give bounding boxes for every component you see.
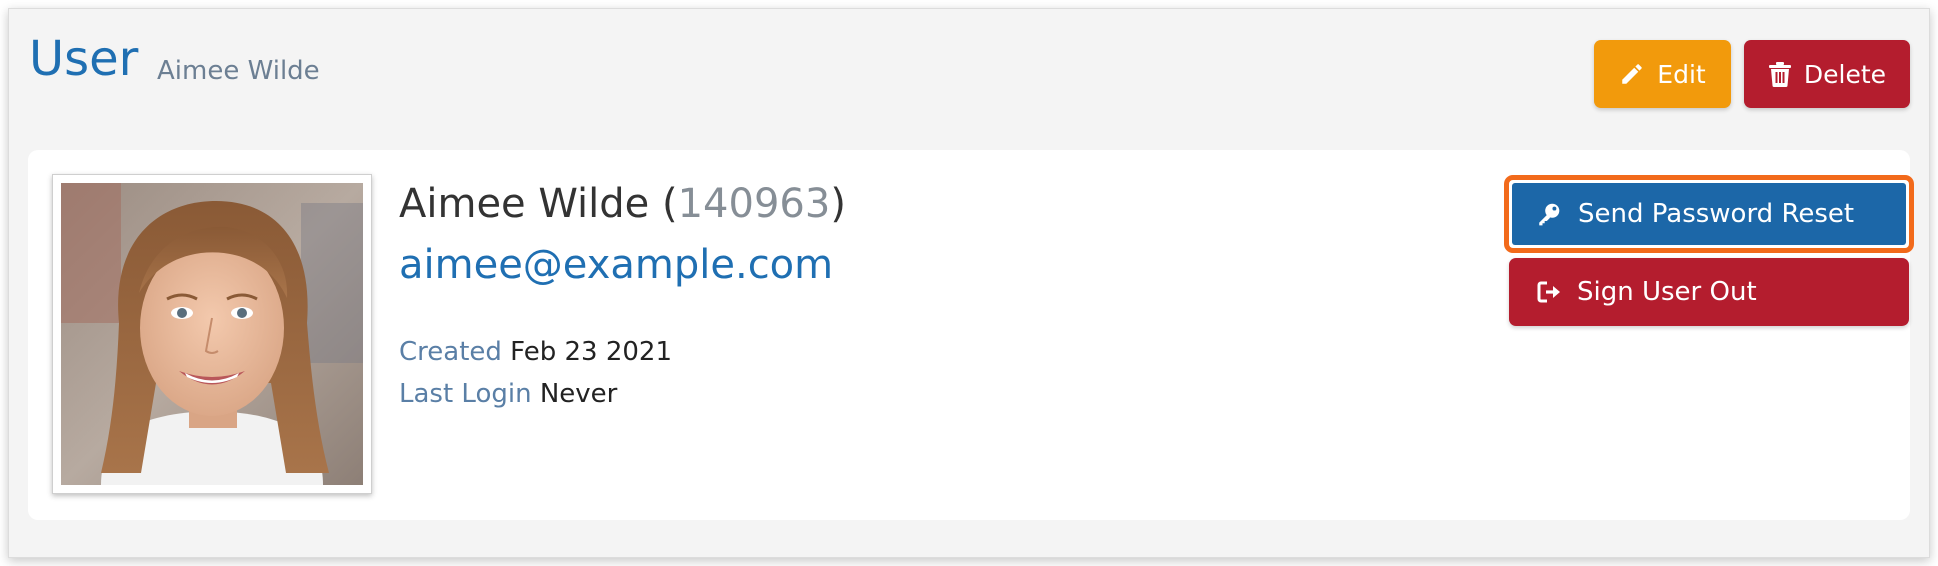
avatar-photo (61, 183, 363, 485)
user-id-close: ) (830, 181, 846, 227)
user-id-open: ( (649, 181, 678, 227)
page-subtitle: Aimee Wilde (157, 56, 320, 86)
delete-button-label: Delete (1803, 59, 1887, 89)
created-value: Feb 23 2021 (510, 337, 672, 367)
user-email-link[interactable]: aimee@example.com (399, 241, 833, 289)
user-detail-panel: User Aimee Wilde Edit Delete Aimee Wilde… (8, 8, 1930, 558)
user-name-line: Aimee Wilde (140963) (399, 180, 846, 228)
delete-button[interactable]: Delete (1744, 40, 1910, 108)
last-login-label: Last Login (399, 379, 532, 409)
sign-user-out-label: Sign User Out (1577, 277, 1757, 307)
edit-button[interactable]: Edit (1594, 40, 1731, 108)
user-id: 140963 (677, 181, 831, 227)
trash-icon (1768, 61, 1792, 87)
key-icon (1536, 201, 1562, 227)
last-login-row: Last Login Never (399, 379, 617, 410)
send-password-reset-button[interactable]: Send Password Reset (1512, 183, 1906, 245)
avatar (52, 174, 372, 494)
send-password-reset-label: Send Password Reset (1578, 199, 1855, 229)
edit-button-label: Edit (1657, 59, 1706, 89)
page-title: User (29, 31, 139, 87)
created-row: Created Feb 23 2021 (399, 337, 672, 368)
sign-user-out-button[interactable]: Sign User Out (1509, 258, 1909, 326)
send-password-reset-highlight: Send Password Reset (1504, 175, 1914, 253)
user-full-name: Aimee Wilde (399, 181, 650, 227)
sign-out-icon (1537, 280, 1563, 304)
pencil-icon (1619, 61, 1645, 87)
created-label: Created (399, 337, 502, 367)
last-login-value: Never (539, 379, 618, 409)
user-profile-card: Aimee Wilde (140963) aimee@example.com C… (28, 150, 1914, 520)
